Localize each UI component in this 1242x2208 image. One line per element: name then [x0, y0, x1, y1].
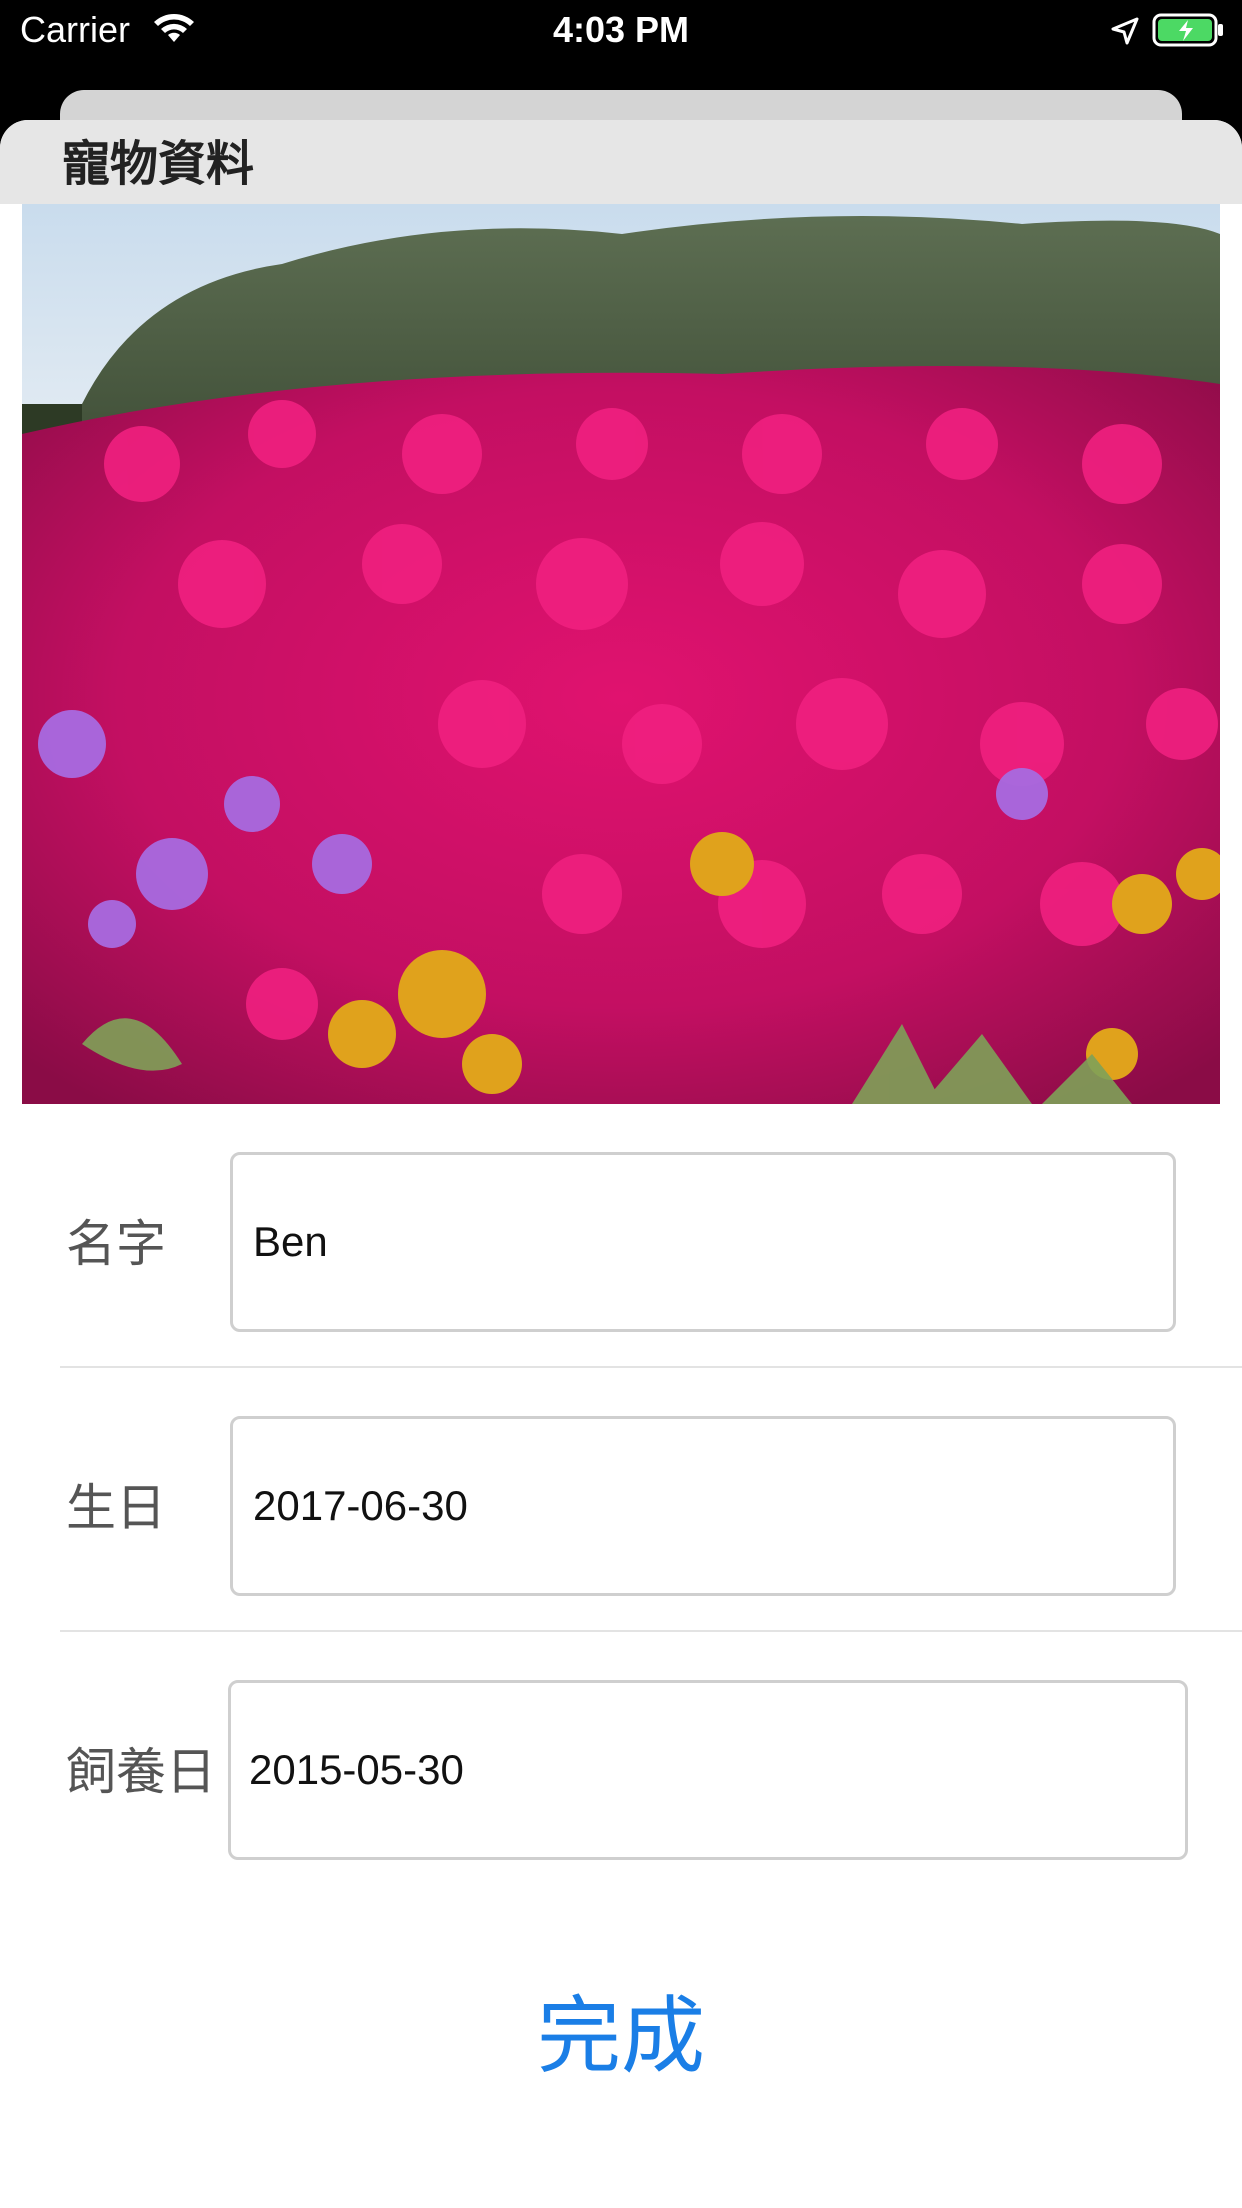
birthday-value: 2017-06-30: [253, 1482, 468, 1529]
adoption-date-field[interactable]: 2015-05-30: [228, 1680, 1188, 1860]
page-title: 寵物資料: [62, 136, 255, 192]
status-bar: Carrier 4:03 PM: [0, 0, 1242, 62]
done-button[interactable]: 完成: [0, 1986, 1242, 2086]
status-time: 4:03 PM: [552, 9, 690, 50]
name-value: Ben: [253, 1218, 328, 1265]
pet-detail-sheet: 寵物資料 名字 Ben 生日 2017-06-30 飼養日 2015-05-30…: [0, 120, 1242, 2208]
birthday-field[interactable]: 2017-06-30: [230, 1416, 1176, 1596]
location-arrow-icon: [1111, 17, 1139, 45]
adoption-date-value: 2015-05-30: [249, 1746, 464, 1793]
pet-photo[interactable]: [22, 204, 1220, 1104]
flower-field-photo: [22, 204, 1220, 1104]
navigation-bar: 寵物資料: [0, 120, 1242, 204]
row-divider: [60, 1630, 1242, 1632]
name-field[interactable]: Ben: [230, 1152, 1176, 1332]
adoption-date-label: 飼養日: [66, 1743, 216, 1801]
battery-charging-icon: [1152, 13, 1223, 47]
birthday-label: 生日: [66, 1479, 166, 1537]
name-label: 名字: [66, 1215, 166, 1273]
row-divider: [60, 1366, 1242, 1368]
